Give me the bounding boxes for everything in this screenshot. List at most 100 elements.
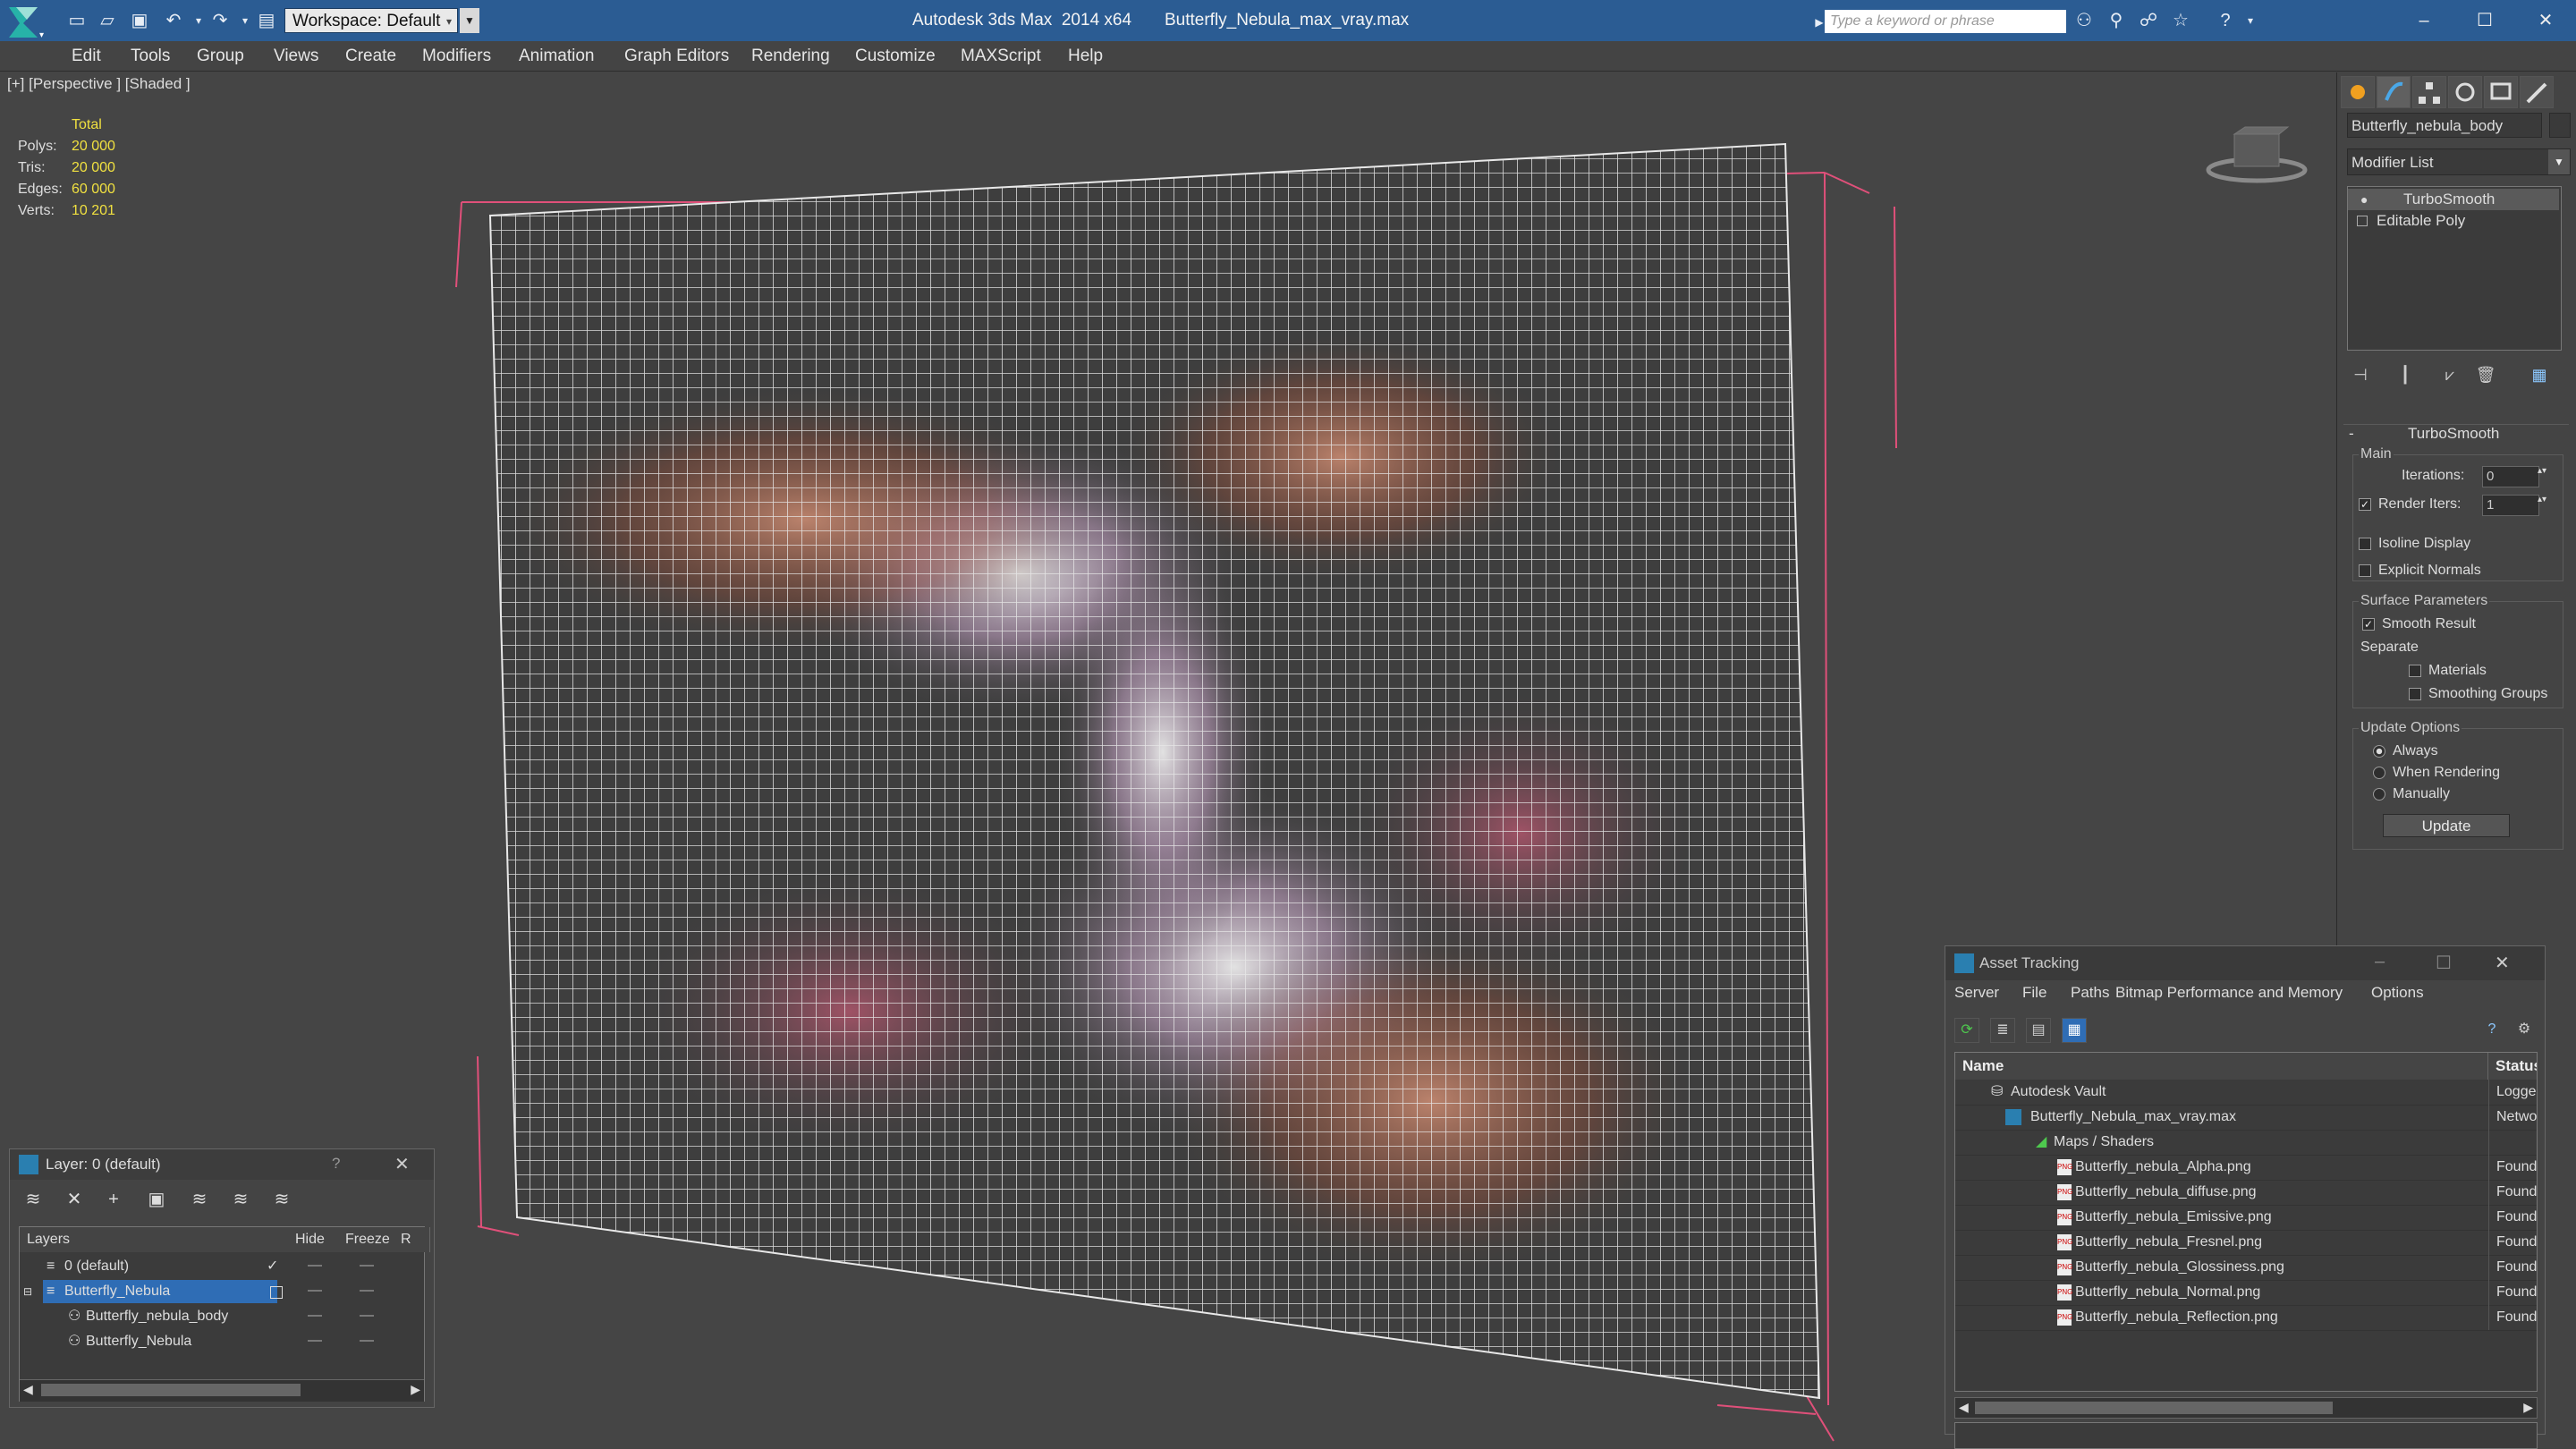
object-name-field[interactable]: Butterfly_nebula_body	[2347, 113, 2542, 138]
viewcube-icon[interactable]	[2204, 122, 2309, 184]
scrollbar-thumb[interactable]	[1975, 1402, 2333, 1414]
iterations-spinner[interactable]: 0	[2482, 466, 2539, 487]
update-button[interactable]: Update	[2383, 814, 2510, 837]
column-freeze[interactable]: Freeze	[340, 1227, 402, 1252]
hierarchy-tab-icon[interactable]	[2412, 76, 2446, 108]
help-icon[interactable]: ?	[332, 1155, 340, 1173]
utilities-tab-icon[interactable]	[2520, 76, 2554, 108]
workspace-dropdown-button[interactable]: ▼	[460, 8, 479, 33]
menu-graph-editors[interactable]: Graph Editors	[624, 41, 729, 72]
create-layer-icon[interactable]: ≋	[22, 1189, 44, 1210]
manually-radio[interactable]: Manually	[2373, 786, 2450, 802]
minimize-icon[interactable]: –	[2394, 0, 2454, 41]
menu-edit[interactable]: Edit	[72, 41, 101, 72]
open-file-icon[interactable]: ▱	[97, 11, 118, 30]
help-icon[interactable]: ?	[2215, 11, 2236, 30]
modifier-list-select[interactable]: Modifier List ▼	[2347, 148, 2571, 175]
menu-customize[interactable]: Customize	[855, 41, 936, 72]
settings-icon[interactable]: ⚙	[2512, 1018, 2536, 1041]
close-icon[interactable]: ✕	[2515, 0, 2576, 41]
table-view-icon[interactable]: ▦	[2062, 1018, 2087, 1043]
asset-row[interactable]: PNG Butterfly_nebula_Glossiness.png Foun…	[1955, 1255, 2537, 1281]
lightbulb-icon[interactable]: ●	[2360, 189, 2368, 210]
refresh-icon[interactable]: ⟳	[1954, 1018, 1979, 1043]
favorites-star-icon[interactable]: ☆	[2170, 11, 2191, 30]
asset-menu-server[interactable]: Server	[1954, 984, 1999, 1002]
asset-menu-paths[interactable]: Paths	[2071, 984, 2109, 1002]
close-icon[interactable]: ✕	[2495, 952, 2510, 974]
layer-row[interactable]: ⚇ Butterfly_Nebula	[20, 1329, 424, 1354]
column-status[interactable]: Status	[2488, 1053, 2537, 1080]
list-view-icon[interactable]: ≣	[1990, 1018, 2015, 1043]
column-render[interactable]: R	[395, 1227, 430, 1252]
configure-sets-icon[interactable]: ▦	[2526, 361, 2553, 388]
add-to-layer-icon[interactable]: +	[103, 1189, 124, 1210]
asset-row[interactable]: PNG Butterfly_nebula_Fresnel.png Found	[1955, 1230, 2537, 1256]
redo-dropdown-icon[interactable]: ▾	[234, 11, 256, 30]
active-layer-checkbox[interactable]	[270, 1286, 283, 1299]
object-color-swatch[interactable]	[2549, 113, 2571, 138]
asset-row[interactable]: PNG Butterfly_nebula_Alpha.png Found	[1955, 1155, 2537, 1181]
turbosmooth-rollout-header[interactable]: - TurboSmooth	[2343, 424, 2569, 444]
horizontal-scrollbar[interactable]: ◀ ▶	[1954, 1397, 2538, 1419]
column-layers[interactable]: Layers	[20, 1227, 298, 1252]
modify-tab-icon[interactable]	[2377, 76, 2411, 108]
menu-views[interactable]: Views	[274, 41, 318, 72]
thumbnail-view-icon[interactable]: ▤	[2026, 1018, 2051, 1043]
scroll-right-icon[interactable]: ▶	[2523, 1400, 2533, 1415]
communication-center-icon[interactable]: ☍	[2138, 11, 2159, 30]
maximize-icon[interactable]: ☐	[2454, 0, 2515, 41]
help-dropdown-icon[interactable]: ▾	[2240, 11, 2261, 30]
menu-animation[interactable]: Animation	[519, 41, 595, 72]
smooth-result-checkbox[interactable]: ✓ Smooth Result	[2362, 616, 2476, 632]
menu-tools[interactable]: Tools	[131, 41, 170, 72]
render-iters-spinner[interactable]: 1	[2482, 495, 2539, 516]
minimize-icon[interactable]: –	[2375, 952, 2385, 972]
collapse-icon[interactable]: ⊟	[23, 1279, 32, 1304]
undo-icon[interactable]: ↶	[163, 11, 184, 30]
spinner-arrows-icon[interactable]: ▴▾	[2538, 495, 2546, 504]
asset-menu-file[interactable]: File	[2022, 984, 2046, 1002]
asset-row[interactable]: PNG Butterfly_nebula_Emissive.png Found	[1955, 1205, 2537, 1231]
asset-menu-bitmap[interactable]: Bitmap Performance and Memory	[2115, 984, 2343, 1002]
delete-layer-icon[interactable]: ✕	[64, 1189, 85, 1210]
remove-modifier-icon[interactable]: 🗑	[2472, 361, 2499, 388]
render-iters-checkbox[interactable]: ✓ Render Iters:	[2359, 496, 2461, 513]
menu-group[interactable]: Group	[197, 41, 244, 72]
show-end-result-icon[interactable]: ┃	[2392, 361, 2419, 388]
spinner-arrows-icon[interactable]: ▴▾	[2538, 466, 2546, 476]
when-rendering-radio[interactable]: When Rendering	[2373, 765, 2500, 781]
asset-path-field[interactable]	[1954, 1422, 2538, 1449]
scroll-right-icon[interactable]: ▶	[411, 1382, 420, 1397]
materials-checkbox[interactable]: Materials	[2409, 663, 2487, 679]
active-layer-check-icon[interactable]: ✓	[267, 1254, 278, 1279]
layer-row[interactable]: ⚇ Butterfly_nebula_body	[20, 1304, 424, 1329]
workspace-select[interactable]: Workspace: Default ▾	[284, 8, 458, 33]
search-input[interactable]: Type a keyword or phrase	[1825, 10, 2066, 33]
scroll-left-icon[interactable]: ◀	[23, 1382, 33, 1397]
redo-icon[interactable]: ↷	[209, 11, 231, 30]
expand-icon[interactable]	[2357, 216, 2368, 226]
subscription-icon[interactable]: ⚲	[2106, 11, 2127, 30]
column-hide[interactable]: Hide	[290, 1227, 346, 1252]
create-tab-icon[interactable]	[2341, 76, 2375, 108]
project-folder-icon[interactable]: ▤	[256, 11, 277, 30]
asset-row[interactable]: PNG Butterfly_nebula_Reflection.png Foun…	[1955, 1305, 2537, 1331]
hide-all-layers-icon[interactable]: ≋	[230, 1189, 251, 1210]
highlight-layer-icon[interactable]: ≋	[189, 1189, 210, 1210]
app-logo-icon[interactable]: ▾	[4, 4, 50, 45]
close-icon[interactable]: ✕	[394, 1153, 410, 1175]
binoculars-icon[interactable]: ⚇	[2073, 11, 2095, 30]
motion-tab-icon[interactable]	[2448, 76, 2482, 108]
column-name[interactable]: Name	[1955, 1053, 2488, 1080]
always-radio[interactable]: Always	[2373, 743, 2438, 759]
pin-stack-icon[interactable]: ⊣	[2347, 361, 2374, 388]
scroll-left-icon[interactable]: ◀	[1959, 1400, 1969, 1415]
help-icon[interactable]: ?	[2480, 1018, 2504, 1041]
horizontal-scrollbar[interactable]: ◀ ▶	[20, 1379, 424, 1402]
scrollbar-thumb[interactable]	[41, 1384, 301, 1396]
menu-modifiers[interactable]: Modifiers	[422, 41, 491, 72]
make-unique-icon[interactable]: ⩗	[2436, 361, 2463, 388]
undo-dropdown-icon[interactable]: ▾	[188, 11, 209, 30]
layer-row[interactable]: ≡ 0 (default) ✓	[20, 1254, 424, 1279]
